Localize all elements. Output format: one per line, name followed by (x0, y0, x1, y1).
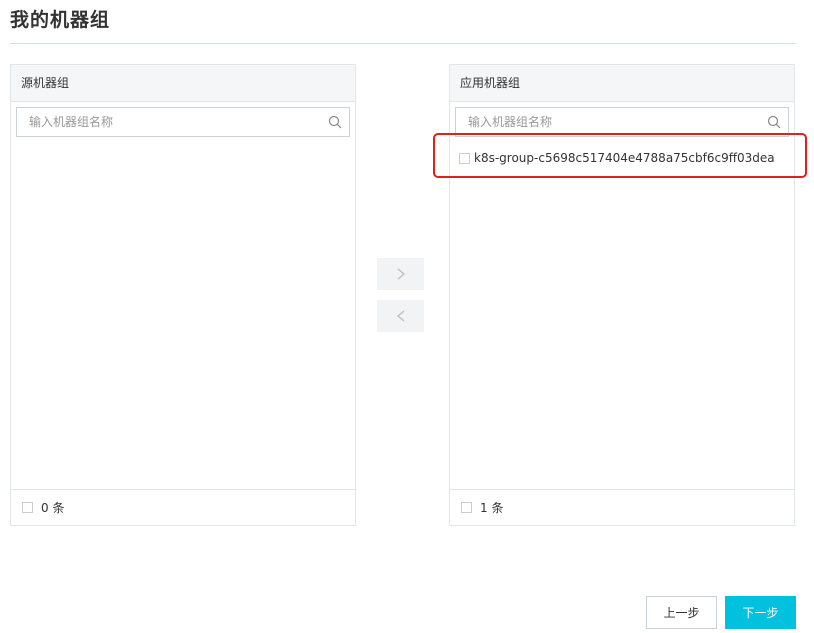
target-panel-footer: 1 条 (450, 489, 794, 525)
source-panel-title: 源机器组 (11, 65, 355, 102)
chevron-left-icon (396, 310, 404, 322)
target-select-all-checkbox[interactable] (461, 502, 472, 513)
page-title: 我的机器组 (10, 9, 111, 31)
target-count-label: 1 条 (480, 501, 504, 515)
move-to-left-button[interactable] (377, 300, 424, 332)
source-panel-footer: 0 条 (11, 489, 355, 525)
source-search-box (16, 107, 350, 137)
previous-step-button[interactable]: 上一步 (646, 596, 717, 629)
source-search-input[interactable] (17, 108, 319, 136)
target-panel-title: 应用机器组 (450, 65, 794, 102)
source-select-all-checkbox[interactable] (22, 502, 33, 513)
next-step-button[interactable]: 下一步 (725, 596, 796, 629)
target-search-input[interactable] (456, 108, 758, 136)
chevron-right-icon (397, 268, 405, 280)
title-divider (10, 43, 796, 44)
search-icon[interactable] (767, 115, 781, 129)
search-icon[interactable] (328, 115, 342, 129)
move-to-right-button[interactable] (377, 258, 424, 290)
source-count-label: 0 条 (41, 501, 65, 515)
source-machine-group-panel: 源机器组 0 条 (10, 64, 356, 526)
annotation-highlight-box (433, 133, 807, 178)
